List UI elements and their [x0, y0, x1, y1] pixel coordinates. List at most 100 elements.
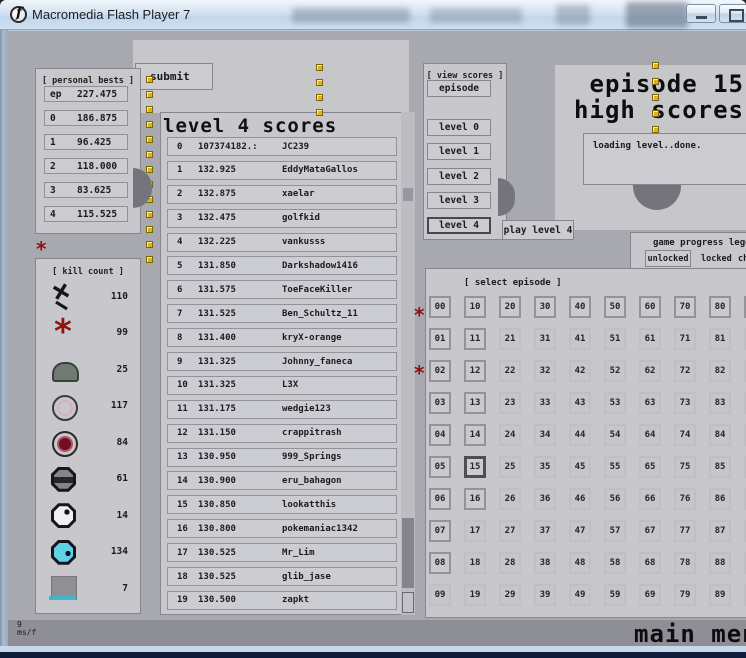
episode-cell[interactable]: 88 — [709, 552, 731, 574]
episode-cell[interactable]: 80 — [709, 296, 731, 318]
episode-cell[interactable]: 07 — [429, 520, 451, 542]
episode-cell[interactable]: 79 — [674, 584, 696, 606]
episode-cell[interactable]: 14 — [464, 424, 486, 446]
episode-cell[interactable]: 12 — [464, 360, 486, 382]
maximize-button[interactable] — [719, 4, 746, 23]
episode-cell[interactable]: 26 — [499, 488, 521, 510]
episode-cell[interactable]: 27 — [499, 520, 521, 542]
episode-cell[interactable]: 67 — [639, 520, 661, 542]
episode-cell[interactable]: 89 — [709, 584, 731, 606]
episode-cell[interactable]: 85 — [709, 456, 731, 478]
episode-cell[interactable]: 60 — [639, 296, 661, 318]
episode-cell[interactable]: 05 — [429, 456, 451, 478]
episode-cell[interactable]: 30 — [534, 296, 556, 318]
episode-cell[interactable]: 54 — [604, 424, 626, 446]
episode-cell[interactable]: 37 — [534, 520, 556, 542]
episode-cell[interactable]: 66 — [639, 488, 661, 510]
episode-cell[interactable]: 59 — [604, 584, 626, 606]
episode-cell[interactable]: 62 — [639, 360, 661, 382]
episode-cell[interactable]: 24 — [499, 424, 521, 446]
episode-cell[interactable]: 15 — [464, 456, 486, 478]
play-level-button[interactable]: play level 4 — [502, 220, 574, 240]
episode-cell[interactable]: 17 — [464, 520, 486, 542]
minimize-button[interactable] — [686, 4, 716, 23]
episode-cell[interactable]: 04 — [429, 424, 451, 446]
episode-cell[interactable]: 28 — [499, 552, 521, 574]
episode-cell[interactable]: 56 — [604, 488, 626, 510]
episode-cell[interactable]: 41 — [569, 328, 591, 350]
episode-cell[interactable]: 25 — [499, 456, 521, 478]
episode-cell[interactable]: 20 — [499, 296, 521, 318]
episode-cell[interactable]: 74 — [674, 424, 696, 446]
episode-cell[interactable]: 48 — [569, 552, 591, 574]
episode-cell[interactable]: 65 — [639, 456, 661, 478]
episode-cell[interactable]: 09 — [429, 584, 451, 606]
episode-cell[interactable]: 51 — [604, 328, 626, 350]
episode-cell[interactable]: 36 — [534, 488, 556, 510]
episode-cell[interactable]: 44 — [569, 424, 591, 446]
episode-cell[interactable]: 11 — [464, 328, 486, 350]
episode-cell[interactable]: 70 — [674, 296, 696, 318]
episode-cell[interactable]: 50 — [604, 296, 626, 318]
episode-cell[interactable]: 87 — [709, 520, 731, 542]
view-scores-button[interactable]: level 1 — [427, 143, 491, 160]
episode-cell[interactable]: 08 — [429, 552, 451, 574]
episode-cell[interactable]: 52 — [604, 360, 626, 382]
episode-cell[interactable]: 02 — [429, 360, 451, 382]
episode-cell[interactable]: 84 — [709, 424, 731, 446]
episode-cell[interactable]: 00 — [429, 296, 451, 318]
episode-cell[interactable]: 53 — [604, 392, 626, 414]
episode-cell[interactable]: 64 — [639, 424, 661, 446]
episode-cell[interactable]: 06 — [429, 488, 451, 510]
episode-cell[interactable]: 39 — [534, 584, 556, 606]
episode-cell[interactable]: 43 — [569, 392, 591, 414]
episode-cell[interactable]: 83 — [709, 392, 731, 414]
episode-cell[interactable]: 71 — [674, 328, 696, 350]
episode-cell[interactable]: 47 — [569, 520, 591, 542]
view-scores-button[interactable]: episode — [427, 80, 491, 97]
view-scores-button[interactable]: level 3 — [427, 192, 491, 209]
episode-cell[interactable]: 13 — [464, 392, 486, 414]
episode-cell[interactable]: 16 — [464, 488, 486, 510]
episode-cell[interactable]: 22 — [499, 360, 521, 382]
main-menu-button[interactable]: main menu — [634, 620, 746, 646]
scrollbar-thumb[interactable] — [402, 518, 414, 588]
episode-cell[interactable]: 63 — [639, 392, 661, 414]
episode-cell[interactable]: 31 — [534, 328, 556, 350]
episode-cell[interactable]: 78 — [674, 552, 696, 574]
episode-cell[interactable]: 77 — [674, 520, 696, 542]
episode-cell[interactable]: 42 — [569, 360, 591, 382]
episode-cell[interactable]: 49 — [569, 584, 591, 606]
episode-cell[interactable]: 38 — [534, 552, 556, 574]
episode-cell[interactable]: 45 — [569, 456, 591, 478]
episode-cell[interactable]: 61 — [639, 328, 661, 350]
episode-cell[interactable]: 57 — [604, 520, 626, 542]
window-titlebar[interactable]: Macromedia Flash Player 7 — [0, 0, 746, 30]
episode-cell[interactable]: 81 — [709, 328, 731, 350]
episode-cell[interactable]: 23 — [499, 392, 521, 414]
episode-cell[interactable]: 10 — [464, 296, 486, 318]
episode-cell[interactable]: 01 — [429, 328, 451, 350]
view-scores-button[interactable]: level 2 — [427, 168, 491, 185]
episode-cell[interactable]: 18 — [464, 552, 486, 574]
episode-cell[interactable]: 58 — [604, 552, 626, 574]
episode-cell[interactable]: 76 — [674, 488, 696, 510]
episode-cell[interactable]: 86 — [709, 488, 731, 510]
episode-cell[interactable]: 34 — [534, 424, 556, 446]
view-scores-button[interactable]: level 0 — [427, 119, 491, 136]
episode-cell[interactable]: 03 — [429, 392, 451, 414]
episode-cell[interactable]: 33 — [534, 392, 556, 414]
episode-cell[interactable]: 35 — [534, 456, 556, 478]
episode-cell[interactable]: 68 — [639, 552, 661, 574]
episode-cell[interactable]: 72 — [674, 360, 696, 382]
episode-cell[interactable]: 40 — [569, 296, 591, 318]
episode-cell[interactable]: 75 — [674, 456, 696, 478]
scrollbar-down-button[interactable] — [402, 592, 414, 613]
episode-cell[interactable]: 69 — [639, 584, 661, 606]
episode-cell[interactable]: 82 — [709, 360, 731, 382]
episode-cell[interactable]: 55 — [604, 456, 626, 478]
episode-cell[interactable]: 29 — [499, 584, 521, 606]
episode-cell[interactable]: 46 — [569, 488, 591, 510]
episode-cell[interactable]: 32 — [534, 360, 556, 382]
episode-cell[interactable]: 19 — [464, 584, 486, 606]
